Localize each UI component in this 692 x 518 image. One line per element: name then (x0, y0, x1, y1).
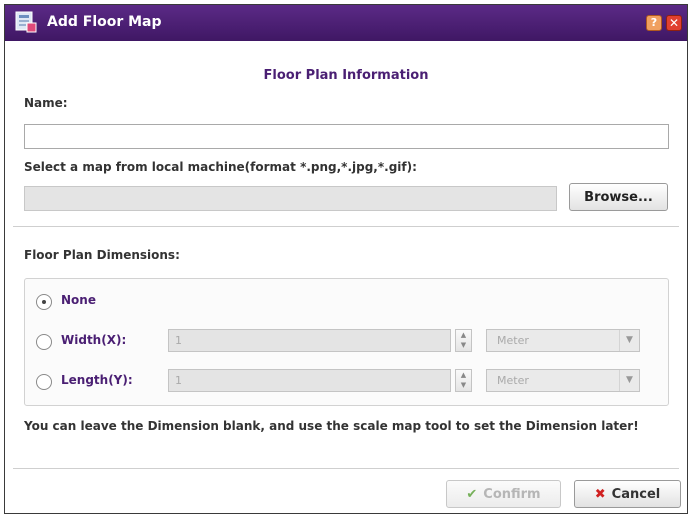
help-icon[interactable]: ? (646, 15, 662, 31)
length-input[interactable]: 1 (168, 369, 451, 392)
name-input[interactable] (24, 124, 669, 149)
footer-divider (13, 468, 679, 469)
cancel-x-icon: ✖ (594, 487, 606, 502)
name-label: Name: (24, 96, 68, 110)
add-floor-map-dialog: Add Floor Map ? ✕ Floor Plan Information… (4, 4, 688, 514)
app-icon (15, 11, 37, 33)
confirm-button[interactable]: ✔ Confirm (446, 480, 561, 508)
none-radio[interactable] (36, 294, 52, 310)
width-input[interactable]: 1 (168, 329, 451, 352)
section-title: Floor Plan Information (263, 68, 429, 83)
length-label: Length(Y): (61, 373, 133, 387)
chevron-down-icon[interactable]: ▼ (619, 330, 639, 351)
none-label: None (61, 293, 96, 307)
window-title: Add Floor Map (47, 14, 162, 30)
confirm-label: Confirm (483, 487, 541, 502)
length-unit-select[interactable]: Meter ▼ (486, 369, 640, 392)
cancel-button[interactable]: ✖ Cancel (574, 480, 681, 508)
map-file-path-field (24, 186, 557, 211)
length-radio[interactable] (36, 374, 52, 390)
title-bar[interactable]: Add Floor Map ? ✕ (5, 5, 687, 41)
close-icon[interactable]: ✕ (666, 15, 682, 31)
chevron-down-icon[interactable]: ▼ (619, 370, 639, 391)
map-label: Select a map from local machine(format *… (24, 160, 417, 174)
checkmark-icon: ✔ (466, 487, 478, 502)
width-unit-select[interactable]: Meter ▼ (486, 329, 640, 352)
length-spinner[interactable]: ▲ ▼ (455, 369, 472, 392)
cancel-label: Cancel (611, 487, 661, 502)
dimensions-label: Floor Plan Dimensions: (24, 248, 180, 262)
width-spinner[interactable]: ▲ ▼ (455, 329, 472, 352)
width-label: Width(X): (61, 333, 127, 347)
width-unit-value: Meter (497, 334, 529, 347)
length-unit-value: Meter (497, 374, 529, 387)
dimension-hint-text: You can leave the Dimension blank, and u… (24, 419, 639, 433)
divider (13, 226, 679, 227)
width-radio[interactable] (36, 334, 52, 350)
browse-button[interactable]: Browse... (569, 183, 668, 211)
